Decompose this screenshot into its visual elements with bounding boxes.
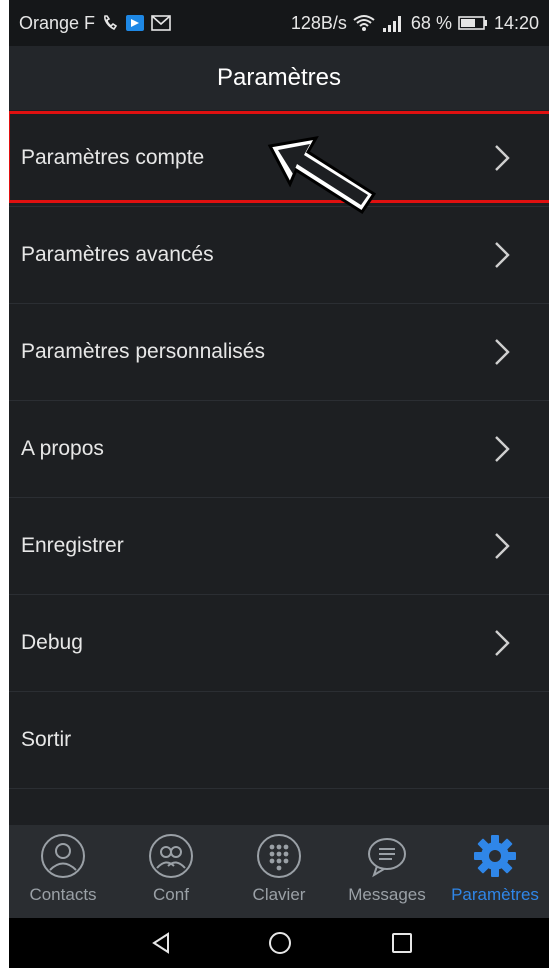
tab-label: Messages bbox=[348, 885, 426, 904]
chevron-right-icon bbox=[495, 145, 510, 171]
menu-item-enregistrer[interactable]: Enregistrer bbox=[9, 498, 549, 595]
tab-label: Conf bbox=[153, 885, 189, 904]
menu-item-parametres-avances[interactable]: Paramètres avancés bbox=[9, 207, 549, 304]
chevron-right-icon bbox=[495, 436, 510, 462]
tab-label: Paramètres bbox=[451, 885, 539, 904]
tab-parametres[interactable]: Paramètres bbox=[441, 825, 549, 918]
app-notification-icon bbox=[126, 15, 145, 31]
chat-bubble-icon bbox=[368, 838, 406, 878]
mail-icon bbox=[151, 15, 171, 31]
group-icon bbox=[149, 834, 193, 878]
tab-label: Contacts bbox=[29, 885, 97, 904]
menu-item-parametres-personnalises[interactable]: Paramètres personnalisés bbox=[9, 304, 549, 401]
recent-apps-icon[interactable] bbox=[390, 931, 414, 955]
menu-item-a-propos[interactable]: A propos bbox=[9, 401, 549, 498]
call-forward-icon bbox=[104, 15, 118, 31]
dialpad-icon bbox=[257, 834, 301, 878]
phone-screen: Orange F 128B/s 68 % 14:20 Paramètres Pa… bbox=[9, 0, 549, 968]
tab-label: Clavier bbox=[252, 885, 306, 904]
chevron-right-icon bbox=[495, 533, 510, 559]
status-left: Orange F bbox=[19, 0, 171, 46]
status-bar: Orange F 128B/s 68 % 14:20 bbox=[9, 0, 549, 46]
menu-item-debug[interactable]: Debug bbox=[9, 595, 549, 692]
chevron-right-icon bbox=[495, 630, 510, 656]
tab-conf[interactable]: Conf bbox=[117, 825, 225, 918]
menu-item-sortir[interactable]: Sortir bbox=[9, 692, 549, 789]
net-speed: 128B/s bbox=[290, 12, 347, 33]
menu-item-label: Debug bbox=[21, 631, 83, 654]
back-icon[interactable] bbox=[149, 931, 173, 955]
battery-percent: 68 % bbox=[410, 12, 452, 33]
bottom-tab-bar: Contacts Conf Clavier Messages Paramètre… bbox=[9, 825, 549, 918]
pointer-arrow-icon bbox=[267, 135, 377, 215]
chevron-right-icon bbox=[495, 242, 510, 268]
menu-item-label: Sortir bbox=[21, 728, 72, 751]
menu-item-label: Paramètres avancés bbox=[21, 243, 214, 266]
menu-item-label: Enregistrer bbox=[21, 534, 124, 557]
wifi-icon bbox=[353, 15, 375, 31]
menu-item-label: Paramètres personnalisés bbox=[21, 340, 265, 363]
home-icon[interactable] bbox=[268, 931, 292, 955]
tab-contacts[interactable]: Contacts bbox=[9, 825, 117, 918]
signal-icon bbox=[382, 16, 401, 32]
tab-clavier[interactable]: Clavier bbox=[225, 825, 333, 918]
menu-item-label: A propos bbox=[21, 437, 104, 460]
page-title: Paramètres bbox=[216, 64, 342, 91]
carrier-name: Orange F bbox=[19, 12, 96, 33]
gear-icon bbox=[474, 835, 516, 877]
clock: 14:20 bbox=[493, 12, 539, 33]
status-right: 128B/s 68 % 14:20 bbox=[291, 0, 539, 46]
system-nav-bar bbox=[9, 918, 549, 968]
person-icon bbox=[41, 834, 85, 878]
app-bar: Paramètres bbox=[9, 46, 549, 110]
tab-messages[interactable]: Messages bbox=[333, 825, 441, 918]
menu-item-label: Paramètres compte bbox=[21, 146, 205, 169]
chevron-right-icon bbox=[495, 339, 510, 365]
battery-icon bbox=[458, 16, 487, 30]
